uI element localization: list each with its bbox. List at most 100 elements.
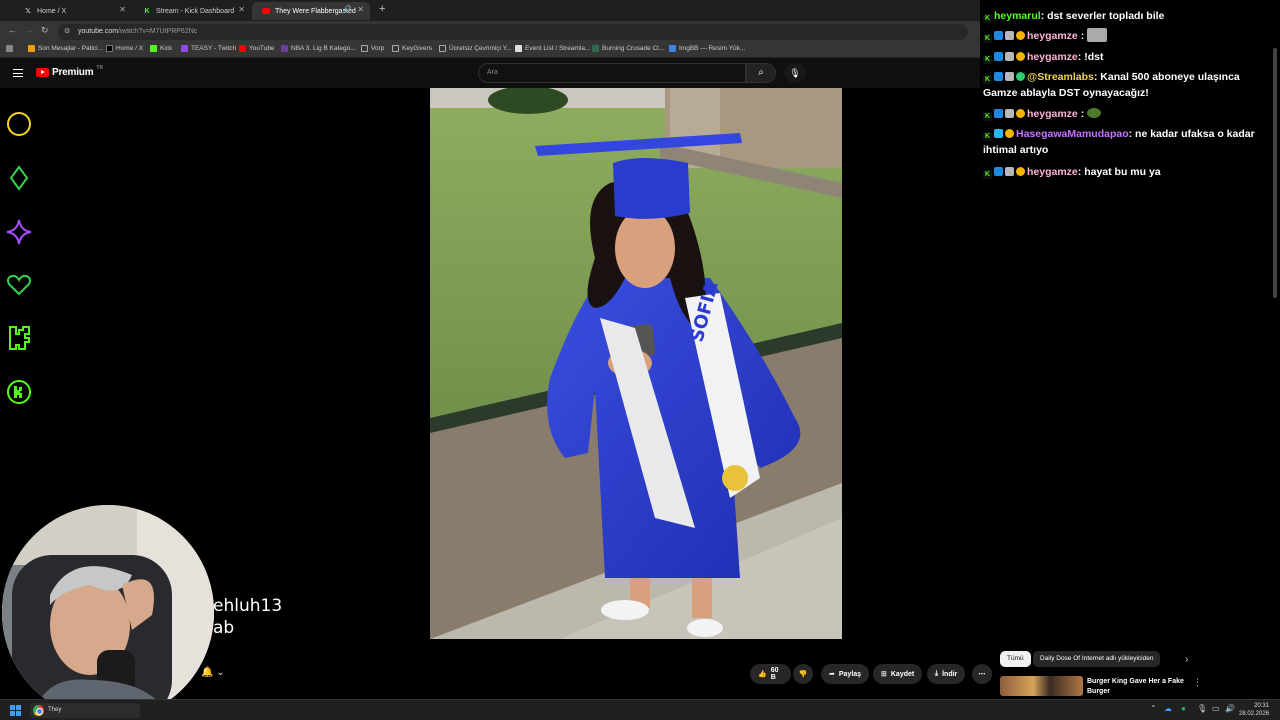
- share-label: Paylaş: [838, 670, 862, 678]
- microphone-tray-icon[interactable]: 🎙: [1197, 704, 1207, 713]
- clock-time: 20:31: [1254, 703, 1270, 709]
- chat-text: : dst severler topladı bile: [1040, 10, 1165, 22]
- bookmark-folder[interactable]: Vorp: [361, 45, 384, 52]
- menu-icon[interactable]: [13, 69, 23, 77]
- bookmark-item[interactable]: YouTube: [239, 45, 275, 52]
- tab-kick-dashboard[interactable]: K Stream - Kick Dashboard ✕: [133, 2, 251, 20]
- save-button[interactable]: ⊞ Kaydet: [873, 664, 923, 684]
- rocket-badge-icon: [1005, 31, 1014, 40]
- kebab-menu-icon[interactable]: ⋮: [1193, 677, 1202, 688]
- youtube-header: Premium TR Ara ⌕ 🎙: [0, 58, 980, 88]
- bookmark-item[interactable]: Event List / Streamla...: [515, 45, 590, 52]
- site-info-icon[interactable]: ⚙: [64, 24, 70, 40]
- youtube-play-icon: [36, 68, 49, 77]
- back-icon[interactable]: ←: [8, 25, 17, 35]
- bookmark-item[interactable]: NBA 3. Lig B Katego...: [281, 45, 356, 52]
- chat-text: :: [1077, 30, 1085, 42]
- microphone-icon[interactable]: 🎙: [784, 63, 806, 83]
- network-icon[interactable]: ▭: [1212, 704, 1220, 713]
- apps-icon[interactable]: [6, 45, 13, 52]
- streamer-webcam-frame: [2, 505, 214, 720]
- bookmark-item[interactable]: Home / X: [106, 45, 143, 52]
- bookmark-item[interactable]: Burning Crusade Cl...: [592, 45, 664, 52]
- kick-badge-icon: K: [983, 75, 992, 84]
- new-tab-button[interactable]: +: [379, 3, 385, 15]
- tab-home-x[interactable]: 𝕏 Home / X ✕: [14, 2, 132, 20]
- system-clock[interactable]: 20:31 28.02.2026: [1239, 702, 1269, 718]
- chevron-right-icon[interactable]: ›: [1185, 654, 1188, 665]
- bookmarks-bar: Son Mesajlar - Patici... Home / X Kick T…: [0, 42, 980, 58]
- region-code: TR: [96, 64, 104, 71]
- windows-start-icon[interactable]: [10, 705, 21, 716]
- more-actions-button[interactable]: ⋯: [972, 664, 992, 684]
- moderator-badge-icon: [994, 72, 1003, 81]
- speaker-icon[interactable]: 🔊: [343, 5, 352, 13]
- like-button[interactable]: 👍 60 B: [750, 664, 791, 684]
- diamond-icon: [9, 165, 29, 191]
- moderator-badge-icon: [994, 52, 1003, 61]
- turtle-emote-icon: [1087, 108, 1102, 118]
- chat-message: K @Streamlabs: Kanal 500 aboneye ulaşınca…: [983, 69, 1277, 101]
- chat-text: : hayat bu mu ya: [1077, 166, 1161, 178]
- chat-message: Kheygamze :: [983, 28, 1109, 44]
- close-icon[interactable]: ✕: [357, 5, 364, 14]
- bookmark-item[interactable]: TEASY - Twitch: [181, 45, 236, 52]
- youtube-logo[interactable]: Premium TR: [36, 64, 104, 78]
- chat-message: Kheymarul: dst severler topladı bile: [983, 8, 1164, 24]
- url-host: youtube.com: [78, 28, 119, 35]
- chat-username: heygamze: [1027, 30, 1078, 42]
- sparkle-icon: [6, 219, 32, 245]
- moderator-badge-icon: [994, 167, 1003, 176]
- moderator-badge-icon: [994, 31, 1003, 40]
- recommendation-title[interactable]: Burger King Gave Her a Fake Burger: [1087, 677, 1187, 697]
- bookmark-item[interactable]: ImgBB — Resim Yük...: [669, 45, 745, 52]
- download-button[interactable]: ⤓ İndir: [927, 664, 966, 684]
- kick-badge-icon: K: [983, 55, 992, 64]
- bookmark-folder[interactable]: Ücretsiz Çevrimiçi Y...: [439, 45, 512, 52]
- chat-username: heygamze: [1027, 166, 1078, 178]
- chat-message: Kheygamze: !dst: [983, 49, 1103, 65]
- chevron-up-icon[interactable]: ⌃: [1150, 704, 1157, 713]
- video-player[interactable]: SOFIA: [430, 88, 842, 639]
- like-count: 60 B: [770, 667, 779, 681]
- taskbar-app-label: They: [48, 707, 62, 713]
- close-icon[interactable]: ✕: [238, 5, 245, 14]
- share-button[interactable]: ➦ Paylaş: [821, 664, 870, 684]
- chip-all[interactable]: Tümü: [1000, 651, 1031, 667]
- taskbar-chrome-app[interactable]: They: [30, 703, 140, 718]
- tab-youtube-video[interactable]: They Were Flabbergasted 🔊 ✕: [252, 2, 370, 20]
- bookmark-item[interactable]: Kick: [150, 45, 172, 52]
- url-path: /watch?v=M7UtPRP62Nc: [118, 28, 198, 35]
- notification-bell-icon[interactable]: 🔔 ⌄: [201, 667, 225, 678]
- spotify-icon[interactable]: ●: [1181, 704, 1186, 713]
- circle-icon: [7, 112, 31, 136]
- rocket-badge-icon: [1005, 72, 1014, 81]
- kick-badge-icon: K: [983, 34, 992, 43]
- recommendation-thumbnail[interactable]: [1000, 676, 1083, 696]
- url-input[interactable]: ⚙ youtube.com/watch?v=M7UtPRP62Nc: [58, 24, 968, 40]
- youtube-brand: Premium: [52, 67, 94, 78]
- kick-circle-icon: [7, 380, 31, 404]
- cloud-icon[interactable]: ☁: [1164, 704, 1172, 713]
- save-label: Kaydet: [890, 670, 915, 678]
- chat-text: : !dst: [1077, 51, 1104, 63]
- tab-label: Stream - Kick Dashboard: [156, 7, 235, 15]
- dislike-button[interactable]: 👎: [793, 664, 813, 684]
- download-icon: ⤓: [935, 670, 939, 677]
- chrome-icon: [33, 705, 44, 716]
- forward-icon[interactable]: →: [24, 25, 33, 35]
- bookmark-folder[interactable]: KeyGivers: [392, 45, 432, 52]
- search-input[interactable]: Ara: [478, 63, 746, 83]
- gift-badge-icon: [994, 129, 1003, 138]
- tab-label: Home / X: [37, 7, 67, 15]
- chip-uploader[interactable]: Daily Dose Of Internet adlı yükleyiciden: [1033, 651, 1161, 667]
- search-icon[interactable]: ⌕: [746, 63, 776, 83]
- close-icon[interactable]: ✕: [119, 5, 126, 14]
- bookmark-item[interactable]: Son Mesajlar - Patici...: [28, 45, 103, 52]
- volume-icon[interactable]: 🔊: [1225, 704, 1235, 713]
- clock-date: 28.02.2026: [1239, 711, 1270, 717]
- kick-badge-icon: K: [983, 170, 992, 179]
- rocket-badge-icon: [1005, 52, 1014, 61]
- overlay-name-text: ab: [213, 618, 235, 638]
- reload-icon[interactable]: ↻: [41, 25, 49, 36]
